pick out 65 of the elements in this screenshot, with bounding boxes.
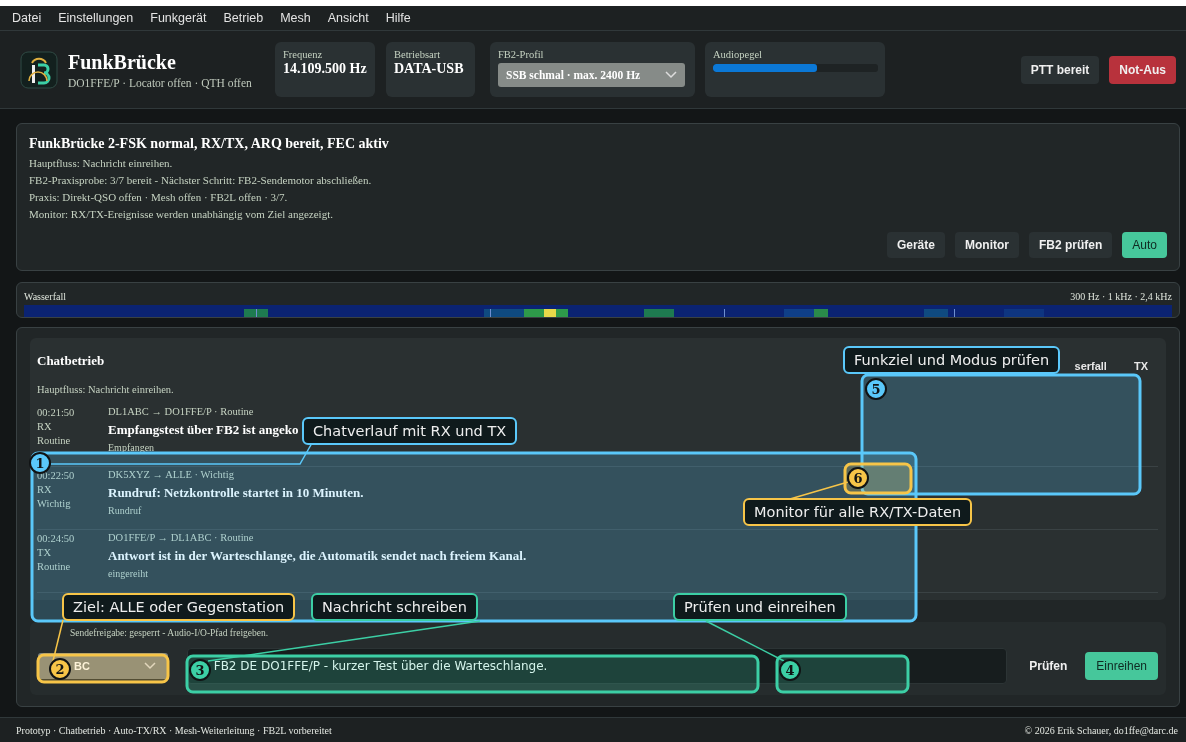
message-time: 00:21:50 — [37, 406, 75, 421]
flow-hint: Hauptfluss: Nachricht einreihen. — [37, 384, 174, 398]
message-text: Empfangstest über FB2 ist angeko — [108, 422, 299, 439]
menu-item[interactable]: Mesh — [280, 10, 311, 25]
message-status: Empfangen — [108, 442, 155, 454]
toggle-button[interactable]: Monitor — [954, 232, 1019, 259]
frequency-value: 14.109.500 Hz — [283, 61, 367, 77]
status-line: Hauptfluss: Nachricht einreihen. — [29, 156, 173, 172]
callout-label: Chatverlauf mit RX und TX — [302, 417, 518, 445]
check-button[interactable]: Prüfen — [1019, 652, 1078, 681]
column-label: TX — [1133, 360, 1148, 373]
footer-text: Prototyp · Chatbetrieb · Auto-TX/RX · Mesh-Weiterleitung · FB2L vorbereitet — [16, 724, 332, 736]
chat-title: Chatbetrieb — [37, 353, 105, 370]
emergency-stop-button[interactable]: Not-Aus — [1109, 55, 1176, 84]
station-info: DO1FFE/P · Locator offen · QTH offen — [68, 76, 253, 89]
message-time: 00:24:50 — [37, 532, 75, 547]
callout-label: Ziel: ALLE oder Gegenstation — [62, 593, 296, 621]
card-label: Frequenz — [283, 49, 324, 60]
message-direction: RX — [37, 420, 52, 435]
toggle-button[interactable]: Geräte — [886, 232, 945, 259]
column-label: serfall — [1074, 360, 1107, 373]
message-text: Rundruf: Netzkontrolle startet in 10 Minuten. — [108, 485, 364, 502]
message-status: Rundruf — [108, 505, 142, 517]
message-text: Antwort ist in der Warteschlange, die Automatik sendet nach freiem Kanal. — [108, 548, 527, 565]
message-route: DO1FFE/P → DL1ABC · Routine — [108, 532, 254, 544]
message-priority: Routine — [37, 434, 71, 449]
chevron-icon — [665, 71, 677, 79]
send-notice: Sendefreigabe: gesperrt - Audio-I/O-Pfad freigeben. — [70, 628, 269, 641]
chevron-icon — [143, 662, 156, 671]
copyright-text: © 2026 Erik Schauer, do1ffe@darc.de — [1024, 724, 1178, 736]
card-label: FB2-Profil — [498, 49, 545, 60]
callout-label: Prüfen und einreihen — [673, 593, 847, 621]
status-title: FunkBrücke 2-FSK normal, RX/TX, ARQ bereit, FEC aktiv — [29, 136, 389, 153]
message-direction: TX — [37, 546, 51, 561]
status-line: Monitor: RX/TX-Ereignisse werden unabhängig vom Ziel angezeigt. — [29, 207, 333, 223]
menu-item[interactable]: Einstellungen — [58, 10, 134, 25]
message-direction: RX — [37, 483, 52, 498]
leader-line — [52, 619, 64, 662]
app-title: FunkBrücke — [68, 50, 177, 74]
menu-item[interactable]: Betrieb — [223, 10, 264, 25]
toggle-button[interactable]: Auto — [1122, 232, 1167, 259]
menu-item[interactable]: Funkgerät — [150, 10, 207, 25]
status-line: FB2-Praxisprobe: 3/7 bereit - Nächster Schritt: FB2-Sendemotor abschließen. — [29, 173, 372, 189]
mode-value: DATA-USB — [394, 61, 465, 77]
message-route: DL1ABC → DO1FFE/P · Routine — [108, 406, 254, 418]
message-status: eingereiht — [108, 568, 148, 580]
menu-item[interactable]: Ansicht — [327, 10, 369, 25]
message-priority: Wichtig — [37, 497, 71, 512]
message-route: DK5XYZ → ALLE · Wichtig — [108, 469, 234, 481]
message-priority: Routine — [37, 560, 71, 575]
leader-line — [789, 481, 849, 500]
logo-icon — [20, 50, 58, 89]
status-line: Praxis: Direkt-QSO offen · Mesh offen · FB2L offen · 3/7. — [29, 190, 288, 206]
card-label: Betriebsart — [394, 49, 442, 60]
enqueue-button[interactable]: Einreihen — [1085, 652, 1158, 681]
callout-label: Funkziel und Modus prüfen — [843, 346, 1061, 374]
ptt-button[interactable]: PTT bereit — [1020, 55, 1100, 84]
frequency-scale: 300 Hz · 1 kHz · 2,4 kHz — [1070, 290, 1172, 302]
waterfall-label: Wasserfall — [24, 290, 66, 302]
callout-label: Monitor für alle RX/TX-Daten — [743, 498, 973, 526]
menu-item[interactable]: Datei — [12, 10, 42, 25]
menu-item[interactable]: Hilfe — [385, 10, 411, 25]
callout-label: Nachricht schreiben — [311, 593, 478, 621]
toggle-button[interactable]: FB2 prüfen — [1028, 232, 1113, 259]
card-label: Audiopegel — [713, 49, 763, 60]
